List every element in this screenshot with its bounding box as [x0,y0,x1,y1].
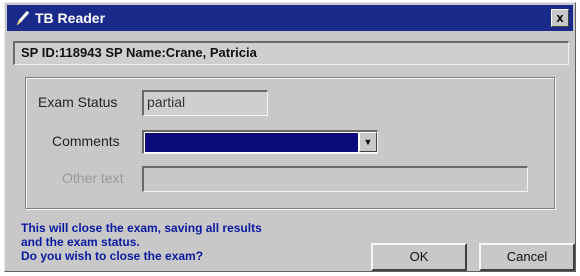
tb-reader-dialog: TB Reader x SP ID:118943 SP Name:Crane, … [4,2,576,272]
message-line-2: and the exam status. [21,235,140,249]
comments-label: Comments [52,133,120,149]
pen-icon [16,10,30,26]
message-line-3: Do you wish to close the exam? [21,249,204,263]
window-title: TB Reader [35,10,106,26]
chevron-down-icon[interactable]: ▼ [359,132,377,152]
other-text-label: Other text [62,170,124,186]
exam-status-label: Exam Status [38,94,118,110]
patient-id-bar: SP ID:118943 SP Name:Crane, Patricia [13,41,569,65]
ok-button[interactable]: OK [371,243,467,271]
comments-combobox[interactable]: ▼ [142,130,378,154]
comments-selection [145,133,358,152]
exam-status-field: partial [142,90,268,116]
confirmation-message: This will close the exam, saving all res… [21,221,361,263]
cancel-button[interactable]: Cancel [479,243,575,271]
close-button[interactable]: x [551,9,569,27]
other-text-field [142,166,528,192]
exam-group-box: Exam Status partial Comments ▼ Other tex… [25,77,555,209]
title-bar: TB Reader x [7,5,573,31]
message-line-1: This will close the exam, saving all res… [21,221,262,235]
